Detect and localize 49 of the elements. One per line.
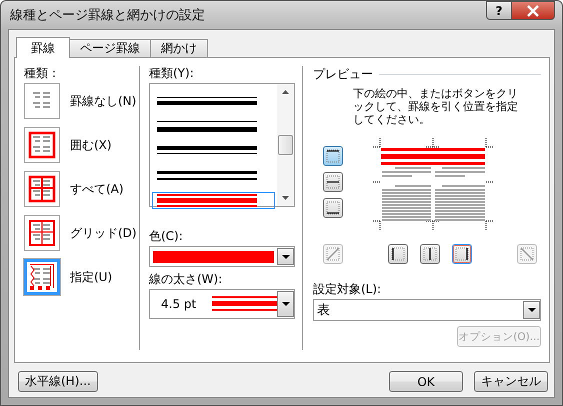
color-dropdown[interactable] — [149, 246, 295, 267]
window-title: 線種とページ罫線と網かけの設定 — [9, 7, 205, 24]
close-button[interactable] — [512, 1, 555, 20]
line-width-icon — [212, 295, 278, 313]
border-setting-icon — [27, 262, 57, 292]
setting-label: 種類： — [24, 66, 61, 81]
border-setting-label: すべて(A) — [70, 180, 124, 198]
border-setting-icon — [27, 130, 57, 160]
scroll-up-icon[interactable] — [282, 90, 289, 94]
style-label: 種類(Y): — [149, 66, 195, 81]
width-label: 線の太さ(W): — [149, 272, 224, 287]
border-setting-label: 指定(U) — [70, 268, 112, 286]
border-setting-button[interactable] — [24, 215, 60, 251]
border-toggle-button[interactable] — [323, 146, 343, 166]
scroll-down-icon[interactable] — [282, 196, 289, 200]
ok-button[interactable]: OK — [389, 371, 463, 392]
border-setting-button[interactable] — [24, 127, 60, 163]
border-toggle-button[interactable] — [452, 244, 472, 264]
tab[interactable]: 罫線 — [16, 37, 70, 58]
border-setting-label: グリッド(D) — [70, 224, 137, 242]
border-setting-button[interactable] — [24, 171, 60, 207]
cancel-button[interactable]: キャンセル — [474, 371, 548, 392]
border-setting-icon — [27, 174, 57, 204]
border-toggle-button[interactable] — [323, 172, 343, 192]
border-setting-button[interactable] — [24, 259, 60, 295]
border-setting-label: 囲む(X) — [70, 136, 112, 154]
border-setting-button[interactable] — [24, 83, 60, 119]
scrollbar[interactable] — [277, 84, 294, 206]
preview-title: プレビュー — [313, 66, 373, 83]
apply-to-dropdown[interactable]: 表 — [313, 299, 541, 321]
tab[interactable]: 網かけ — [150, 39, 208, 57]
dropdown-arrow-icon — [282, 254, 290, 258]
preview-instructions: 下の絵の中、またはボタンをクリックして、罫線を引く位置を指定してください。 — [353, 87, 519, 126]
line-style-list[interactable] — [149, 83, 295, 207]
color-label: 色(C): — [149, 229, 184, 244]
border-toggle-button[interactable] — [323, 198, 343, 218]
border-toggle-button[interactable] — [420, 244, 440, 264]
border-toggle-button[interactable] — [388, 244, 408, 264]
dropdown-arrow-icon — [528, 308, 536, 312]
line-width-dropdown[interactable]: 4.5 pt — [149, 289, 295, 319]
border-setting-icon — [27, 218, 57, 248]
scroll-thumb[interactable] — [278, 135, 293, 155]
close-icon — [527, 4, 539, 16]
apply-to-label: 設定対象(L): — [313, 282, 382, 297]
tab[interactable]: ページ罫線 — [69, 39, 151, 57]
dropdown-arrow-icon — [282, 302, 290, 306]
horizontal-line-button[interactable]: 水平線(H)... — [18, 371, 98, 392]
help-button[interactable]: ? — [486, 1, 512, 20]
border-setting-label: 罫線なし(N) — [70, 92, 136, 110]
